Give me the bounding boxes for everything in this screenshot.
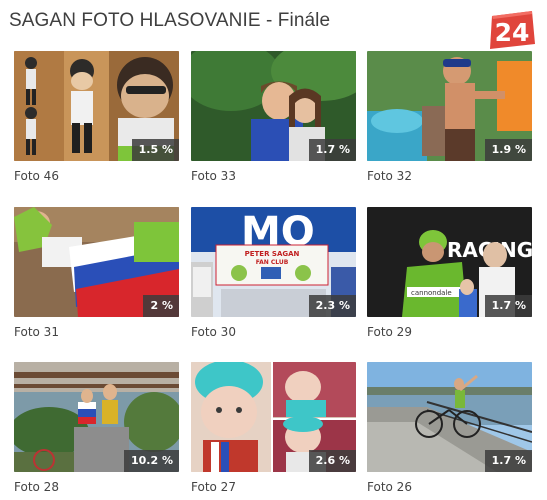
photo-caption: Foto 31 <box>14 325 59 339</box>
photo-caption: Foto 46 <box>14 169 59 183</box>
photo-thumbnail[interactable]: 1.7 % <box>191 51 356 161</box>
photo-caption: Foto 30 <box>191 325 236 339</box>
photo-thumbnail[interactable]: RACING cannondale 1.7 % <box>367 207 532 317</box>
photo-caption: Foto 27 <box>191 480 236 494</box>
banner-line-2: FAN CLUB <box>256 259 289 266</box>
vote-percentage-badge: 1.5 % <box>131 139 179 161</box>
photo-thumbnail[interactable]: MO PETER SAGAN FAN CLUB 2.3 % <box>191 207 356 317</box>
photo-thumbnail[interactable]: 10.2 % <box>14 362 179 472</box>
photo-card[interactable]: RACING cannondale 1.7 % Foto 29 <box>367 207 532 339</box>
photo-caption: Foto 28 <box>14 480 59 494</box>
photo-thumbnail[interactable]: 2.6 % <box>191 362 356 472</box>
photo-caption: Foto 29 <box>367 325 412 339</box>
photo-caption: Foto 26 <box>367 480 412 494</box>
photo-card[interactable]: 1.5 % Foto 46 <box>14 51 179 183</box>
photo-card[interactable]: 10.2 % Foto 28 <box>14 362 179 494</box>
photo-card[interactable]: 1.9 % Foto 32 <box>367 51 532 183</box>
vote-percentage-badge: 2 % <box>143 295 179 317</box>
banner-line-1: PETER SAGAN <box>245 250 300 258</box>
photo-thumbnail[interactable]: 1.5 % <box>14 51 179 161</box>
vote-percentage-badge: 1.9 % <box>484 139 532 161</box>
photo-card[interactable]: 1.7 % Foto 33 <box>191 51 356 183</box>
photo-card[interactable]: 2.6 % Foto 27 <box>191 362 356 494</box>
photo-thumbnail[interactable]: 1.9 % <box>367 51 532 161</box>
jersey-text: cannondale <box>411 289 452 297</box>
vote-percentage-badge: 1.7 % <box>308 139 356 161</box>
photo-caption: Foto 33 <box>191 169 236 183</box>
photo-card[interactable]: 2 % Foto 31 <box>14 207 179 339</box>
vote-percentage-badge: 10.2 % <box>124 450 179 472</box>
vote-percentage-badge: 2.6 % <box>308 450 356 472</box>
photo-grid: 1.5 % Foto 46 1.7 % Foto 33 1.9 % Foto 3… <box>0 0 547 500</box>
photo-card[interactable]: 1.7 % Foto 26 <box>367 362 532 494</box>
vote-percentage-badge: 2.3 % <box>308 295 356 317</box>
photo-thumbnail[interactable]: 2 % <box>14 207 179 317</box>
photo-caption: Foto 32 <box>367 169 412 183</box>
vote-percentage-badge: 1.7 % <box>484 295 532 317</box>
photo-card[interactable]: MO PETER SAGAN FAN CLUB 2.3 % Foto 30 <box>191 207 356 339</box>
vote-percentage-badge: 1.7 % <box>484 450 532 472</box>
photo-thumbnail[interactable]: 1.7 % <box>367 362 532 472</box>
